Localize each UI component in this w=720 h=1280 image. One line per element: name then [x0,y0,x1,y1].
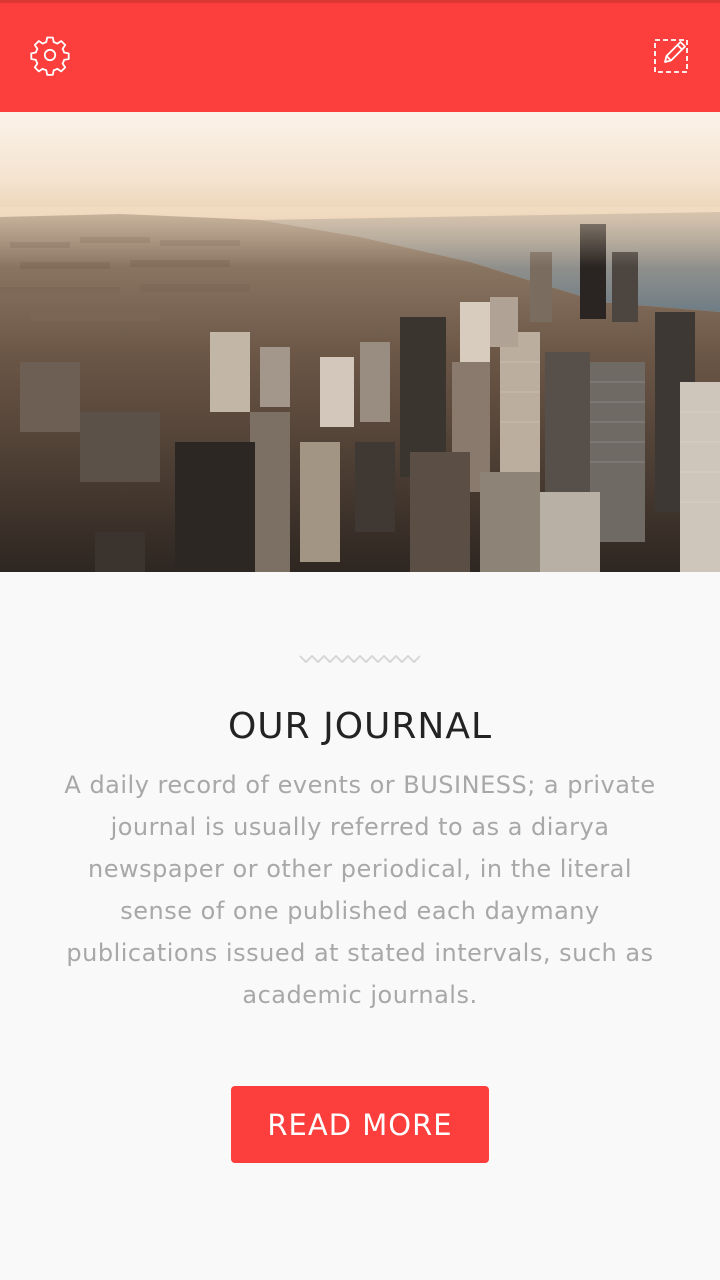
journal-title: OUR JOURNAL [227,706,493,747]
wave-divider-icon [299,650,421,668]
hero-image [0,112,720,572]
journal-description: A daily record of events or BUSINESS; a … [64,771,656,1009]
top-app-bar [0,0,720,112]
app-screen: OUR JOURNAL A daily record of events or … [0,0,720,1280]
city-skyline-image [0,112,720,572]
status-shadow [0,0,720,3]
compose-button[interactable] [651,34,693,76]
settings-button[interactable] [29,34,71,76]
read-more-button[interactable]: READ MORE [231,1086,489,1163]
gear-icon [30,36,70,76]
edit-icon [654,39,688,73]
